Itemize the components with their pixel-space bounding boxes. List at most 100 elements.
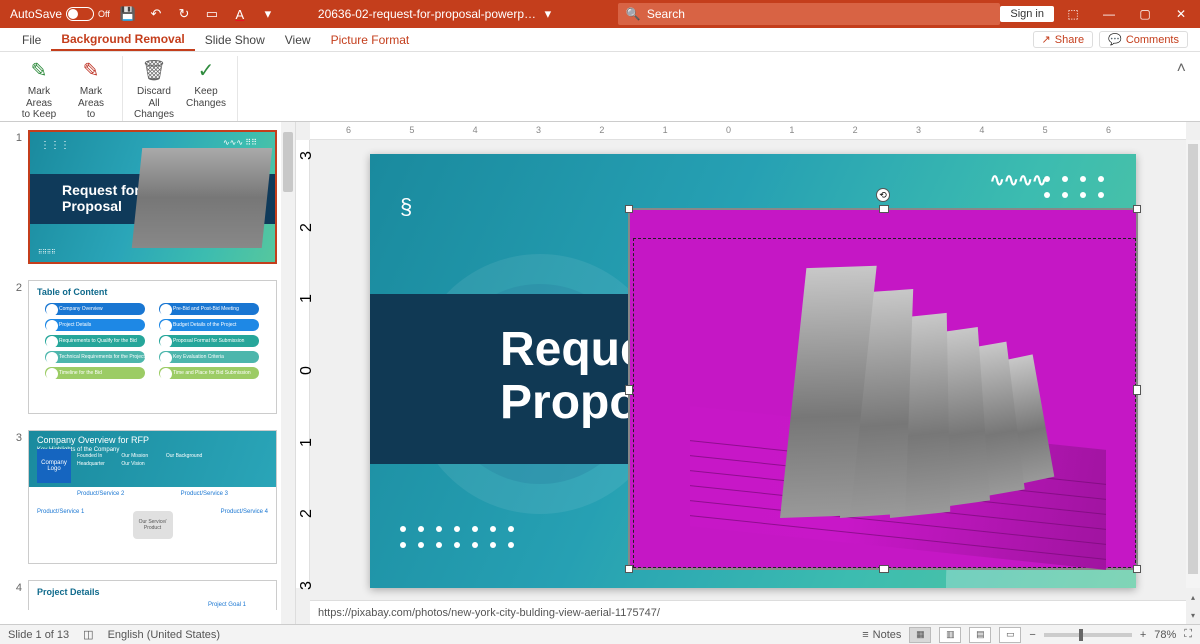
- share-icon: ↗: [1042, 33, 1051, 46]
- collapse-ribbon-icon[interactable]: ˄: [1171, 56, 1192, 82]
- share-label: Share: [1055, 34, 1084, 46]
- sign-in-button[interactable]: Sign in: [1000, 6, 1054, 22]
- thumb-title: Project Details: [37, 587, 100, 597]
- ruler-horizontal[interactable]: 6543210123456: [310, 122, 1186, 140]
- toggle-off-icon[interactable]: [66, 7, 94, 21]
- accessibility-icon[interactable]: ◫: [83, 628, 93, 641]
- search-box[interactable]: 🔍: [618, 3, 1000, 25]
- thumbnail-scrollbar[interactable]: [281, 122, 295, 624]
- pencil-minus-icon: ✎: [78, 58, 104, 84]
- zoom-slider[interactable]: [1044, 633, 1132, 637]
- workspace: 1 ⋮⋮⋮ ∿∿∿ ⠿⠿ Request for Proposal ⠿⠿⠿⠿ 2…: [0, 122, 1200, 624]
- fit-window-icon[interactable]: ⛶: [1184, 628, 1192, 641]
- tab-slide-show[interactable]: Slide Show: [195, 28, 275, 51]
- redo-icon[interactable]: ↻: [174, 4, 194, 24]
- editor-area: 6543210123456 3210123 § ∿∿∿∿ Request for…: [296, 122, 1200, 624]
- tab-view[interactable]: View: [275, 28, 321, 51]
- share-button[interactable]: ↗ Share: [1033, 31, 1094, 48]
- ribbon-group-refine: ✎ Mark Areas to Keep ✎ Mark Areas to Rem…: [8, 56, 123, 121]
- notes-url-text: https://pixabay.com/photos/new-york-city…: [318, 607, 660, 619]
- building-foreground: [690, 260, 1106, 518]
- autosave-toggle[interactable]: AutoSave Off: [10, 7, 110, 21]
- next-slide-icon[interactable]: ▾: [1186, 606, 1200, 624]
- comments-button[interactable]: 💬 Comments: [1099, 31, 1188, 48]
- title-bar-left: AutoSave Off 💾 ↶ ↻ ▭ A ▾: [0, 4, 278, 24]
- sorter-view-icon[interactable]: ▥: [939, 627, 961, 643]
- undo-icon[interactable]: ↶: [146, 4, 166, 24]
- save-icon[interactable]: 💾: [118, 4, 138, 24]
- language-indicator[interactable]: English (United States): [108, 629, 221, 641]
- normal-view-icon[interactable]: ▦: [909, 627, 931, 643]
- thumbnail-4[interactable]: 4 Project Details Project Goal 1: [0, 572, 295, 610]
- zigzag-icon: §: [400, 194, 410, 220]
- search-icon: 🔍: [626, 7, 641, 21]
- scrollbar-handle[interactable]: [1188, 144, 1198, 574]
- minimize-icon[interactable]: —: [1092, 0, 1126, 28]
- notes-url-bar[interactable]: https://pixabay.com/photos/new-york-city…: [310, 600, 1186, 624]
- document-filename: 20636-02-request-for-proposal-powerpoint…: [318, 7, 538, 21]
- zigzag-icon: ∿∿∿∿: [990, 170, 1046, 191]
- pencil-plus-icon: ✎: [26, 58, 52, 84]
- thumb-title: Company Overview for RFP: [37, 435, 268, 445]
- resize-handle[interactable]: [1133, 205, 1141, 213]
- resize-handle[interactable]: [625, 205, 633, 213]
- selected-image-bg-removal[interactable]: ⟲: [630, 210, 1136, 568]
- slideshow-view-icon[interactable]: ▭: [999, 627, 1021, 643]
- close-icon[interactable]: ✕: [1164, 0, 1198, 28]
- filename-dropdown-icon[interactable]: ▾: [538, 4, 558, 24]
- autosave-label: AutoSave: [10, 7, 62, 21]
- qat-more-icon[interactable]: ▾: [258, 4, 278, 24]
- title-bar: AutoSave Off 💾 ↶ ↻ ▭ A ▾ 20636-02-reques…: [0, 0, 1200, 28]
- resize-handle[interactable]: [625, 565, 633, 573]
- thumb-title: Table of Content: [37, 287, 107, 297]
- thumb-title: Request for Proposal: [62, 182, 140, 214]
- thumb-num: 3: [8, 430, 22, 564]
- slide-counter[interactable]: Slide 1 of 13: [8, 629, 69, 641]
- menu-right: ↗ Share 💬 Comments: [1033, 31, 1188, 48]
- thumbnail-2[interactable]: 2 Table of Content Company Overview Proj…: [0, 272, 295, 422]
- resize-handle[interactable]: [879, 205, 889, 213]
- tab-picture-format[interactable]: Picture Format: [321, 28, 420, 51]
- search-input[interactable]: [647, 7, 993, 21]
- prev-slide-icon[interactable]: ▴: [1186, 588, 1200, 606]
- thumbnail-panel[interactable]: 1 ⋮⋮⋮ ∿∿∿ ⠿⠿ Request for Proposal ⠿⠿⠿⠿ 2…: [0, 122, 296, 624]
- rotate-handle-icon[interactable]: ⟲: [876, 188, 890, 202]
- notes-icon: ≡: [862, 629, 868, 641]
- thumb-num: 1: [8, 130, 22, 264]
- ribbon-display-icon[interactable]: ⬚: [1056, 0, 1090, 28]
- tab-file[interactable]: File: [12, 28, 51, 51]
- ribbon-group-close: 🗑 Discard All Changes ✓ Keep Changes Clo…: [123, 56, 238, 121]
- discard-changes-button[interactable]: 🗑 Discard All Changes: [129, 56, 179, 123]
- autosave-state: Off: [98, 9, 110, 19]
- editor-scrollbar[interactable]: [1186, 140, 1200, 588]
- thumbnail-1[interactable]: 1 ⋮⋮⋮ ∿∿∿ ⠿⠿ Request for Proposal ⠿⠿⠿⠿: [0, 122, 295, 272]
- maximize-icon[interactable]: ▢: [1128, 0, 1162, 28]
- font-color-icon[interactable]: A: [230, 4, 250, 24]
- slide-nav-arrows: ▴ ▾: [1186, 588, 1200, 624]
- zoom-out-icon[interactable]: −: [1029, 629, 1035, 641]
- scrollbar-handle[interactable]: [283, 132, 293, 192]
- resize-handle[interactable]: [1133, 385, 1141, 395]
- present-icon[interactable]: ▭: [202, 4, 222, 24]
- keep-changes-button[interactable]: ✓ Keep Changes: [181, 56, 231, 123]
- title-bar-right: Sign in ⬚ — ▢ ✕: [1000, 0, 1200, 28]
- ribbon: ✎ Mark Areas to Keep ✎ Mark Areas to Rem…: [0, 52, 1200, 122]
- thumb-num: 2: [8, 280, 22, 414]
- resize-handle[interactable]: [879, 565, 889, 573]
- tab-background-removal[interactable]: Background Removal: [51, 28, 194, 51]
- status-bar: Slide 1 of 13 ◫ English (United States) …: [0, 624, 1200, 644]
- zoom-in-icon[interactable]: +: [1140, 629, 1146, 641]
- comments-label: Comments: [1126, 34, 1179, 46]
- resize-handle[interactable]: [625, 385, 633, 395]
- canvas-wrap[interactable]: § ∿∿∿∿ Request for Proposal: [296, 140, 1200, 624]
- comment-icon: 💬: [1108, 33, 1122, 46]
- reading-view-icon[interactable]: ▤: [969, 627, 991, 643]
- slide-canvas[interactable]: § ∿∿∿∿ Request for Proposal: [370, 154, 1136, 588]
- trash-icon: 🗑: [141, 58, 167, 84]
- zoom-level[interactable]: 78%: [1154, 629, 1176, 641]
- check-icon: ✓: [193, 58, 219, 84]
- resize-handle[interactable]: [1133, 565, 1141, 573]
- thumbnail-3[interactable]: 3 Company Overview for RFP Key Highlight…: [0, 422, 295, 572]
- notes-button[interactable]: ≡ Notes: [862, 629, 901, 641]
- thumb-num: 4: [8, 580, 22, 610]
